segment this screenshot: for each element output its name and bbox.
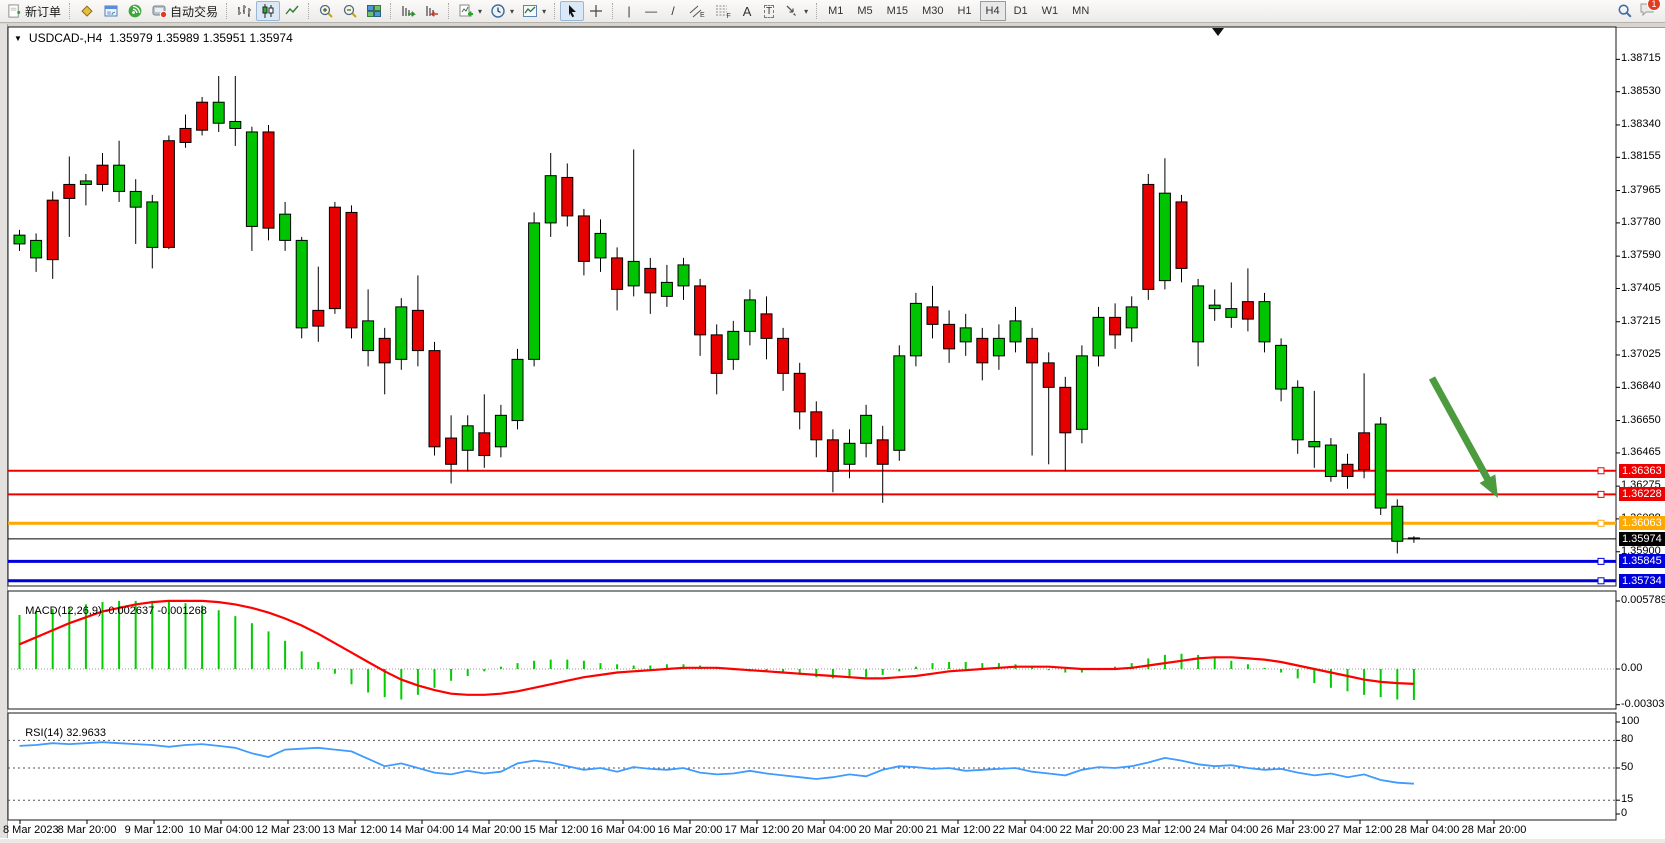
rsi-axis-label: 80 <box>1621 733 1633 745</box>
date-label: 16 Mar 04:00 <box>591 824 656 836</box>
date-label: 26 Mar 23:00 <box>1261 824 1326 836</box>
level-price-tag[interactable]: 1.36063 <box>1619 516 1665 530</box>
price-tick-label: 1.37405 <box>1621 282 1661 294</box>
level-price-tag[interactable]: 1.36228 <box>1619 487 1665 501</box>
date-label: 16 Mar 20:00 <box>658 824 723 836</box>
price-tick-label: 1.36840 <box>1621 380 1661 392</box>
date-label: 10 Mar 04:00 <box>189 824 254 836</box>
price-tick-label: 1.38340 <box>1621 118 1661 130</box>
rsi-value: 32.9633 <box>66 727 106 739</box>
price-tick-label: 1.37215 <box>1621 315 1661 327</box>
price-tick-label: 1.36650 <box>1621 414 1661 426</box>
chart-ohlc-values: 1.35979 1.35989 1.35951 1.35974 <box>109 31 293 45</box>
date-label: 21 Mar 12:00 <box>926 824 991 836</box>
price-tick-label: 1.38715 <box>1621 52 1661 64</box>
date-label: 20 Mar 20:00 <box>859 824 924 836</box>
date-label: 22 Mar 20:00 <box>1060 824 1125 836</box>
level-price-tag[interactable]: 1.35734 <box>1619 574 1665 588</box>
macd-signal-value: -0.001268 <box>157 605 207 617</box>
date-label: 9 Mar 12:00 <box>125 824 184 836</box>
chart-symbol-period: USDCAD-,H4 <box>29 31 102 45</box>
date-label: 20 Mar 04:00 <box>792 824 857 836</box>
date-label: 17 Mar 12:00 <box>725 824 790 836</box>
price-tick-label: 1.38155 <box>1621 150 1661 162</box>
date-label: 24 Mar 04:00 <box>1194 824 1259 836</box>
macd-axis-label: 0.005789 <box>1621 594 1665 606</box>
price-tick-label: 1.38530 <box>1621 85 1661 97</box>
chevron-down-icon[interactable]: ▼ <box>14 34 22 43</box>
chart-canvas[interactable] <box>0 0 1665 843</box>
price-tick-label: 1.36465 <box>1621 446 1661 458</box>
date-label: 27 Mar 12:00 <box>1328 824 1393 836</box>
rsi-axis-label: 100 <box>1621 715 1639 727</box>
macd-axis-label: -0.003039 <box>1621 698 1665 710</box>
date-label: 14 Mar 04:00 <box>390 824 455 836</box>
macd-axis-label: 0.00 <box>1621 662 1642 674</box>
date-label: 28 Mar 20:00 <box>1462 824 1527 836</box>
level-price-tag[interactable]: 1.35845 <box>1619 554 1665 568</box>
rsi-axis-label: 50 <box>1621 761 1633 773</box>
price-tick-label: 1.37025 <box>1621 348 1661 360</box>
price-tick-label: 1.37965 <box>1621 184 1661 196</box>
macd-label: MACD(12,26,9) -0.002637 -0.001268 <box>13 593 207 629</box>
date-label: 8 Mar 2023 <box>3 824 59 836</box>
date-label: 14 Mar 20:00 <box>457 824 522 836</box>
rsi-axis-label: 15 <box>1621 793 1633 805</box>
current-price-tag: 1.35974 <box>1619 532 1665 546</box>
price-tick-label: 1.37590 <box>1621 249 1661 261</box>
macd-main-value: -0.002637 <box>105 605 155 617</box>
level-price-tag[interactable]: 1.36363 <box>1619 464 1665 478</box>
date-label: 8 Mar 20:00 <box>58 824 117 836</box>
chart-title: ▼ USDCAD-,H4 1.35979 1.35989 1.35951 1.3… <box>14 31 293 45</box>
date-label: 13 Mar 12:00 <box>323 824 388 836</box>
rsi-label: RSI(14) 32.9633 <box>13 715 106 751</box>
rsi-axis-label: 0 <box>1621 807 1627 819</box>
date-label: 22 Mar 04:00 <box>993 824 1058 836</box>
date-label: 23 Mar 12:00 <box>1127 824 1192 836</box>
date-label: 28 Mar 04:00 <box>1395 824 1460 836</box>
price-tick-label: 1.37780 <box>1621 216 1661 228</box>
trading-platform-window: 新订单 自动交易 <box>0 0 1665 843</box>
date-label: 12 Mar 23:00 <box>256 824 321 836</box>
date-label: 15 Mar 12:00 <box>524 824 589 836</box>
